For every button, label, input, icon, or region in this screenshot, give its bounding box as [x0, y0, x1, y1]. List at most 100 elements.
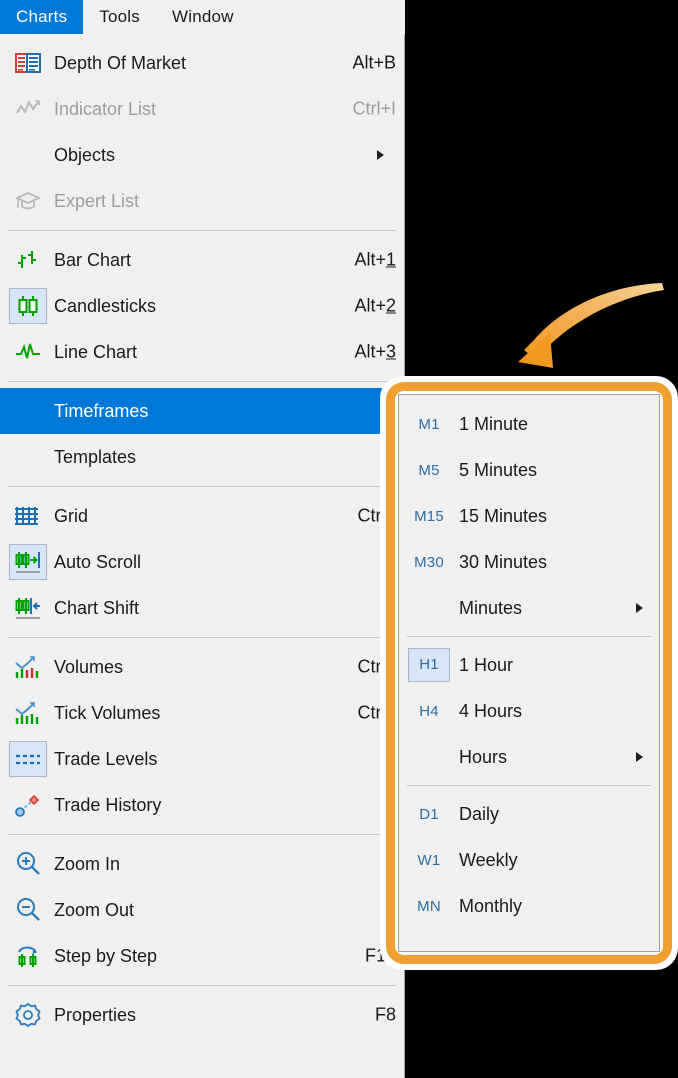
- menu-item-bar-chart[interactable]: Bar Chart Alt+1: [0, 237, 404, 283]
- timeframe-item-30-minutes[interactable]: M30 30 Minutes: [399, 539, 659, 585]
- timeframe-label: Weekly: [459, 849, 518, 870]
- menu-item-label: Line Chart: [54, 341, 138, 362]
- timeframe-code: H4: [419, 702, 439, 720]
- menu-item-grid[interactable]: Grid Ctrl+: [0, 493, 404, 539]
- menu-item-label: Objects: [54, 144, 116, 165]
- menu-bar: Charts Tools Window: [0, 0, 405, 34]
- arrow-tail: [524, 283, 664, 360]
- menu-item-shortcut: Ctrl+I: [352, 98, 396, 119]
- menu-item-expert-list: Expert List: [0, 178, 404, 224]
- menu-item-depth-of-market[interactable]: Depth Of Market Alt+B: [0, 40, 404, 86]
- candlesticks-icon: [9, 288, 47, 324]
- timeframe-code: D1: [419, 805, 439, 823]
- timeframe-item-1-hour[interactable]: H1 1 Hour: [399, 642, 659, 688]
- menu-item-tick-volumes[interactable]: Tick Volumes Ctrl+: [0, 690, 404, 736]
- zoom-in-icon: [6, 847, 50, 881]
- timeframe-label: 4 Hours: [459, 700, 523, 721]
- menubar-item-charts[interactable]: Charts: [0, 0, 84, 34]
- menu-item-label: Timeframes: [54, 400, 149, 421]
- menu-item-label: Templates: [54, 446, 137, 467]
- menu-item-volumes[interactable]: Volumes Ctrl+: [0, 644, 404, 690]
- zoom-out-icon: [6, 893, 50, 927]
- menu-item-shortcut: Alt+2: [354, 295, 396, 316]
- menu-item-icon-slot: [6, 138, 50, 172]
- timeframe-label: Minutes: [459, 597, 523, 618]
- timeframe-item-1-minute[interactable]: M1 1 Minute: [399, 401, 659, 447]
- menu-item-label: Properties: [54, 1004, 137, 1025]
- timeframe-item-5-minutes[interactable]: M5 5 Minutes: [399, 447, 659, 493]
- timeframe-item-4-hours[interactable]: H4 4 Hours: [399, 688, 659, 734]
- menu-item-label: Trade Levels: [54, 748, 158, 769]
- timeframe-label: Daily: [459, 803, 500, 824]
- menu-item-step-by-step[interactable]: Step by StepF12: [0, 933, 404, 979]
- grid-icon: [6, 499, 50, 533]
- menu-item-label: Volumes: [54, 656, 124, 677]
- chevron-right-icon: [377, 150, 384, 160]
- menu-item-label: Expert List: [54, 190, 140, 211]
- menu-item-label: Candlesticks: [54, 295, 157, 316]
- auto-scroll-icon: [9, 544, 47, 580]
- timeframe-code: M30: [414, 553, 444, 571]
- expert-list-icon: [6, 184, 50, 218]
- timeframe-label: 30 Minutes: [459, 551, 548, 572]
- menu-item-trade-levels[interactable]: Trade Levels: [0, 736, 404, 782]
- timeframe-label: 1 Minute: [459, 413, 529, 434]
- menu-item-shortcut: F8: [374, 1004, 396, 1025]
- menu-item-label: Indicator List: [54, 98, 157, 119]
- menu-separator: [8, 486, 396, 487]
- menubar-item-window[interactable]: Window: [156, 0, 250, 34]
- menu-item-zoom-in[interactable]: Zoom In: [0, 841, 404, 887]
- menu-item-templates[interactable]: Templates: [0, 434, 404, 480]
- timeframes-submenu: M1 1 Minute M5 5 Minutes M15 15 Minutes M30 30 …: [398, 394, 660, 952]
- menu-item-candlesticks[interactable]: Candlesticks Alt+2: [0, 283, 404, 329]
- menu-item-timeframes[interactable]: Timeframes: [0, 388, 404, 434]
- timeframe-code: M1: [418, 415, 440, 433]
- timeframe-label: Monthly: [459, 895, 523, 916]
- timeframe-item-15-minutes[interactable]: M15 15 Minutes: [399, 493, 659, 539]
- chevron-right-icon: [636, 752, 643, 762]
- trade-levels-icon: [9, 741, 47, 777]
- menu-item-line-chart[interactable]: Line Chart Alt+3: [0, 329, 404, 375]
- menu-item-auto-scroll[interactable]: Auto Scroll: [0, 539, 404, 585]
- submenu-separator: [407, 636, 651, 637]
- menu-separator: [8, 381, 396, 382]
- timeframe-item-weekly[interactable]: W1 Weekly: [399, 837, 659, 883]
- menu-item-label: Chart Shift: [54, 597, 140, 618]
- timeframe-item-hours[interactable]: Hours: [399, 734, 659, 780]
- timeframe-code: MN: [417, 897, 441, 915]
- menu-item-icon-slot: [6, 440, 50, 474]
- timeframe-label: 5 Minutes: [459, 459, 538, 480]
- chart-shift-icon: [6, 591, 50, 625]
- indicator-list-icon: [6, 92, 50, 126]
- tick-volumes-icon: [6, 696, 50, 730]
- timeframe-label: 1 Hour: [459, 654, 514, 675]
- menu-item-label: Tick Volumes: [54, 702, 161, 723]
- menu-item-trade-history[interactable]: Trade History: [0, 782, 404, 828]
- menu-item-shortcut: Alt+B: [352, 52, 396, 73]
- menu-item-shortcut: Alt+1: [354, 249, 396, 270]
- menu-item-label: Bar Chart: [54, 249, 132, 270]
- menu-item-label: Grid: [54, 505, 89, 526]
- step-by-step-icon: [6, 939, 50, 973]
- timeframe-item-daily[interactable]: D1 Daily: [399, 791, 659, 837]
- menu-separator: [8, 637, 396, 638]
- timeframe-item-monthly[interactable]: MN Monthly: [399, 883, 659, 929]
- timeframe-item-minutes[interactable]: Minutes: [399, 585, 659, 631]
- menu-item-objects[interactable]: Objects: [0, 132, 404, 178]
- menu-item-label: Step by Step: [54, 945, 158, 966]
- timeframe-code: W1: [417, 851, 441, 869]
- menu-item-zoom-out[interactable]: Zoom Out: [0, 887, 404, 933]
- timeframe-label: Hours: [459, 746, 508, 767]
- depth-of-market-icon: [6, 46, 50, 80]
- menubar-item-tools[interactable]: Tools: [83, 0, 156, 34]
- menu-separator: [8, 230, 396, 231]
- menu-item-chart-shift[interactable]: Chart Shift: [0, 585, 404, 631]
- menu-item-shortcut: Alt+3: [354, 341, 396, 362]
- bar-chart-icon: [6, 243, 50, 277]
- menu-item-label: Trade History: [54, 794, 162, 815]
- volumes-icon: [6, 650, 50, 684]
- properties-icon: [6, 998, 50, 1032]
- chevron-right-icon: [636, 603, 643, 613]
- menu-item-properties[interactable]: Properties F8: [0, 992, 404, 1038]
- menu-item-label: Depth Of Market: [54, 52, 187, 73]
